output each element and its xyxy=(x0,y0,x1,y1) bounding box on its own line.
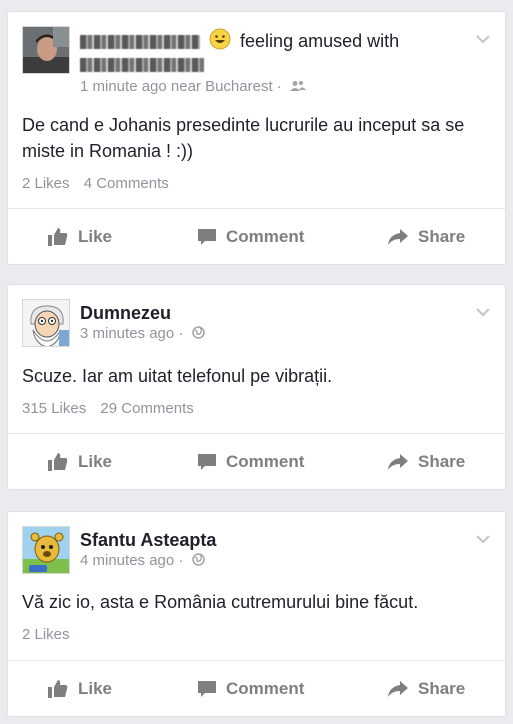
chevron-down-icon[interactable] xyxy=(475,305,491,317)
post-text: Vă zic io, asta e România cutremurului b… xyxy=(22,592,419,612)
like-label: Like xyxy=(78,452,113,471)
comment-label: Comment xyxy=(226,679,305,698)
post-meta: 3 minutes ago · xyxy=(80,325,205,343)
like-button[interactable]: Like xyxy=(48,661,112,717)
friends-icon xyxy=(289,79,306,96)
post-text: Scuze. Iar am uitat telefonul pe vibrați… xyxy=(22,366,333,386)
post-stats: 2 Likes xyxy=(22,626,70,643)
comments-count[interactable]: 29 Comments xyxy=(100,400,193,417)
comment-icon xyxy=(198,453,216,470)
amused-emoji-icon xyxy=(209,28,231,56)
avatar[interactable] xyxy=(22,526,70,574)
post-header: Sfantu Asteapta xyxy=(80,528,216,552)
thumbs-up-icon xyxy=(48,453,68,471)
chevron-down-icon[interactable] xyxy=(475,32,491,44)
post-time[interactable]: 3 minutes ago xyxy=(80,325,174,342)
share-button[interactable]: Share xyxy=(388,209,465,265)
share-icon xyxy=(388,454,408,470)
globe-icon xyxy=(191,552,205,570)
author-name[interactable]: Sfantu Asteapta xyxy=(80,530,216,550)
comment-button[interactable]: Comment xyxy=(198,209,304,265)
comment-button[interactable]: Comment xyxy=(198,434,304,490)
comment-icon xyxy=(198,228,216,245)
thumbs-up-icon xyxy=(48,228,68,246)
tagged-friend-redacted[interactable] xyxy=(80,56,204,74)
comment-icon xyxy=(198,680,216,697)
share-label: Share xyxy=(418,679,466,698)
post-card: feeling amused with 1 minute ago near Bu… xyxy=(8,12,505,264)
news-feed: feeling amused with 1 minute ago near Bu… xyxy=(0,0,513,724)
like-label: Like xyxy=(78,227,113,246)
share-label: Share xyxy=(418,452,466,471)
avatar[interactable] xyxy=(22,26,70,74)
post-meta: 4 minutes ago · xyxy=(80,552,205,570)
post-card: Sfantu Asteapta 4 minutes ago · Vă zic i… xyxy=(8,512,505,716)
author-name-redacted[interactable] xyxy=(80,35,200,49)
comment-label: Comment xyxy=(226,227,305,246)
like-label: Like xyxy=(78,679,113,698)
globe-icon xyxy=(191,325,205,343)
chevron-down-icon[interactable] xyxy=(475,532,491,544)
share-button[interactable]: Share xyxy=(388,661,465,717)
thumbs-up-icon xyxy=(48,680,68,698)
like-button[interactable]: Like xyxy=(48,209,112,265)
post-stats: 2 Likes 4 Comments xyxy=(22,175,169,192)
avatar[interactable] xyxy=(22,299,70,347)
share-icon xyxy=(388,681,408,697)
author-name[interactable]: Dumnezeu xyxy=(80,303,171,323)
post-header: feeling amused with xyxy=(80,28,399,56)
share-label: Share xyxy=(418,227,466,246)
comment-button[interactable]: Comment xyxy=(198,661,304,717)
like-button[interactable]: Like xyxy=(48,434,112,490)
action-bar: Like Comment Share xyxy=(8,434,505,490)
action-bar: Like Comment Share xyxy=(8,209,505,265)
comment-label: Comment xyxy=(226,452,305,471)
post-time[interactable]: 4 minutes ago xyxy=(80,552,174,569)
comments-count[interactable]: 4 Comments xyxy=(84,175,169,192)
action-bar: Like Comment Share xyxy=(8,661,505,717)
post-header: Dumnezeu xyxy=(80,301,171,325)
likes-count[interactable]: 315 Likes xyxy=(22,400,86,417)
share-button[interactable]: Share xyxy=(388,434,465,490)
feeling-text: feeling amused with xyxy=(240,30,400,51)
likes-count[interactable]: 2 Likes xyxy=(22,175,70,192)
post-card: Dumnezeu 3 minutes ago · Scuze. Iar am u… xyxy=(8,285,505,489)
post-meta: 1 minute ago near Bucharest · xyxy=(80,78,306,96)
post-stats: 315 Likes 29 Comments xyxy=(22,400,194,417)
share-icon xyxy=(388,229,408,245)
likes-count[interactable]: 2 Likes xyxy=(22,626,70,643)
post-text: De cand e Johanis presedinte lucrurile a… xyxy=(22,115,465,161)
post-time[interactable]: 1 minute ago near Bucharest xyxy=(80,78,273,95)
